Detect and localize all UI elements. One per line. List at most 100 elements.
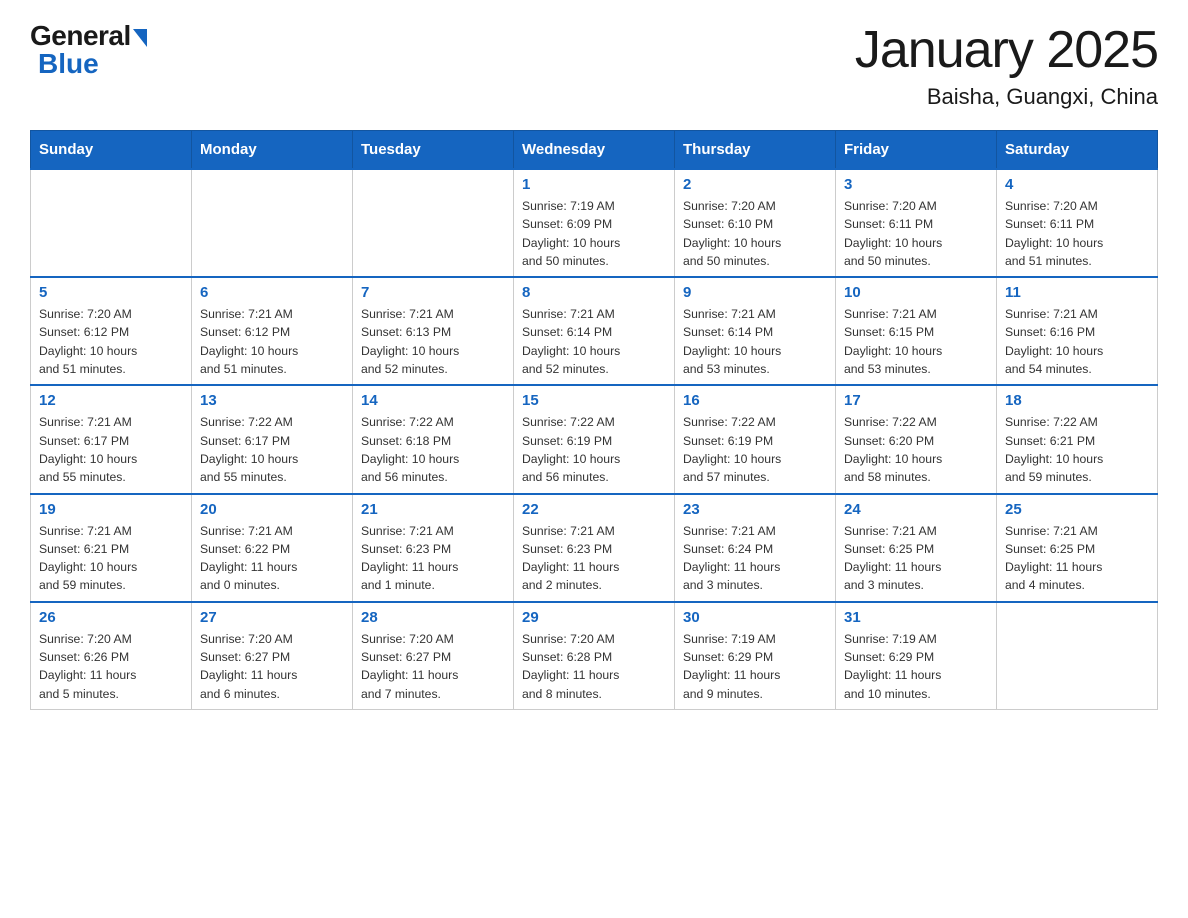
day-info: Sunrise: 7:21 AMSunset: 6:13 PMDaylight:…	[361, 305, 505, 378]
calendar-cell: 25Sunrise: 7:21 AMSunset: 6:25 PMDayligh…	[997, 494, 1158, 602]
page-header: General Blue January 2025 Baisha, Guangx…	[30, 20, 1158, 110]
calendar-cell: 9 Sunrise: 7:21 AMSunset: 6:14 PMDaylight…	[675, 277, 836, 385]
day-number: 28	[361, 609, 505, 626]
day-number: 26	[39, 609, 183, 626]
day-number: 13	[200, 392, 344, 409]
calendar-cell: 29Sunrise: 7:20 AMSunset: 6:28 PMDayligh…	[514, 602, 675, 710]
calendar-cell	[353, 169, 514, 277]
day-info: Sunrise: 7:22 AMSunset: 6:19 PMDaylight:…	[683, 413, 827, 486]
calendar-cell	[192, 169, 353, 277]
day-info: Sunrise: 7:20 AMSunset: 6:27 PMDaylight:…	[200, 630, 344, 703]
day-info: Sunrise: 7:22 AMSunset: 6:20 PMDaylight:…	[844, 413, 988, 486]
weekday-header-saturday: Saturday	[997, 131, 1158, 170]
day-number: 8	[522, 284, 666, 301]
calendar-cell: 3Sunrise: 7:20 AMSunset: 6:11 PMDaylight…	[836, 169, 997, 277]
day-info: Sunrise: 7:21 AMSunset: 6:14 PMDaylight:…	[522, 305, 666, 378]
weekday-header-friday: Friday	[836, 131, 997, 170]
day-info: Sunrise: 7:20 AMSunset: 6:10 PMDaylight:…	[683, 197, 827, 270]
calendar-week-row: 26Sunrise: 7:20 AMSunset: 6:26 PMDayligh…	[31, 602, 1158, 710]
day-number: 27	[200, 609, 344, 626]
day-number: 7	[361, 284, 505, 301]
day-info: Sunrise: 7:21 AMSunset: 6:24 PMDaylight:…	[683, 522, 827, 595]
calendar-cell: 20 Sunrise: 7:21 AMSunset: 6:22 PMDayligh…	[192, 494, 353, 602]
day-number: 22	[522, 501, 666, 518]
day-info: Sunrise: 7:21 AMSunset: 6:23 PMDaylight:…	[361, 522, 505, 595]
day-info: Sunrise: 7:21 AMSunset: 6:14 PMDaylight:…	[683, 305, 827, 378]
day-info: Sunrise: 7:20 AMSunset: 6:11 PMDaylight:…	[1005, 197, 1149, 270]
day-number: 24	[844, 501, 988, 518]
calendar-cell: 28Sunrise: 7:20 AMSunset: 6:27 PMDayligh…	[353, 602, 514, 710]
calendar-week-row: 5 Sunrise: 7:20 AMSunset: 6:12 PMDaylight…	[31, 277, 1158, 385]
calendar-cell: 7 Sunrise: 7:21 AMSunset: 6:13 PMDaylight…	[353, 277, 514, 385]
day-info: Sunrise: 7:21 AMSunset: 6:23 PMDaylight:…	[522, 522, 666, 595]
calendar-cell: 4Sunrise: 7:20 AMSunset: 6:11 PMDaylight…	[997, 169, 1158, 277]
calendar-cell	[997, 602, 1158, 710]
calendar-table: SundayMondayTuesdayWednesdayThursdayFrid…	[30, 130, 1158, 710]
calendar-cell: 19 Sunrise: 7:21 AMSunset: 6:21 PMDayligh…	[31, 494, 192, 602]
day-number: 16	[683, 392, 827, 409]
day-number: 18	[1005, 392, 1149, 409]
weekday-header-thursday: Thursday	[675, 131, 836, 170]
day-number: 11	[1005, 284, 1149, 301]
day-number: 15	[522, 392, 666, 409]
calendar-header: SundayMondayTuesdayWednesdayThursdayFrid…	[31, 131, 1158, 170]
calendar-cell: 15Sunrise: 7:22 AMSunset: 6:19 PMDayligh…	[514, 385, 675, 493]
calendar-cell: 21 Sunrise: 7:21 AMSunset: 6:23 PMDayligh…	[353, 494, 514, 602]
day-number: 12	[39, 392, 183, 409]
day-number: 19	[39, 501, 183, 518]
calendar-cell: 24 Sunrise: 7:21 AMSunset: 6:25 PMDayligh…	[836, 494, 997, 602]
calendar-cell: 14Sunrise: 7:22 AMSunset: 6:18 PMDayligh…	[353, 385, 514, 493]
day-info: Sunrise: 7:21 AMSunset: 6:16 PMDaylight:…	[1005, 305, 1149, 378]
day-info: Sunrise: 7:21 AMSunset: 6:25 PMDaylight:…	[844, 522, 988, 595]
day-info: Sunrise: 7:19 AMSunset: 6:09 PMDaylight:…	[522, 197, 666, 270]
day-info: Sunrise: 7:22 AMSunset: 6:21 PMDaylight:…	[1005, 413, 1149, 486]
calendar-body: 1 Sunrise: 7:19 AMSunset: 6:09 PMDaylight…	[31, 169, 1158, 709]
calendar-week-row: 19 Sunrise: 7:21 AMSunset: 6:21 PMDayligh…	[31, 494, 1158, 602]
day-info: Sunrise: 7:19 AMSunset: 6:29 PMDaylight:…	[844, 630, 988, 703]
calendar-cell: 1 Sunrise: 7:19 AMSunset: 6:09 PMDaylight…	[514, 169, 675, 277]
calendar-cell: 5 Sunrise: 7:20 AMSunset: 6:12 PMDaylight…	[31, 277, 192, 385]
calendar-cell: 23Sunrise: 7:21 AMSunset: 6:24 PMDayligh…	[675, 494, 836, 602]
calendar-cell: 8 Sunrise: 7:21 AMSunset: 6:14 PMDaylight…	[514, 277, 675, 385]
calendar-cell: 12 Sunrise: 7:21 AMSunset: 6:17 PMDayligh…	[31, 385, 192, 493]
logo: General Blue	[30, 20, 147, 80]
day-info: Sunrise: 7:20 AMSunset: 6:12 PMDaylight:…	[39, 305, 183, 378]
calendar-cell: 31 Sunrise: 7:19 AMSunset: 6:29 PMDayligh…	[836, 602, 997, 710]
calendar-cell: 18 Sunrise: 7:22 AMSunset: 6:21 PMDayligh…	[997, 385, 1158, 493]
day-number: 21	[361, 501, 505, 518]
day-info: Sunrise: 7:22 AMSunset: 6:17 PMDaylight:…	[200, 413, 344, 486]
day-number: 2	[683, 176, 827, 193]
day-number: 3	[844, 176, 988, 193]
weekday-header-tuesday: Tuesday	[353, 131, 514, 170]
day-info: Sunrise: 7:20 AMSunset: 6:28 PMDaylight:…	[522, 630, 666, 703]
calendar-cell: 6 Sunrise: 7:21 AMSunset: 6:12 PMDaylight…	[192, 277, 353, 385]
day-number: 31	[844, 609, 988, 626]
weekday-header-monday: Monday	[192, 131, 353, 170]
calendar-cell: 26Sunrise: 7:20 AMSunset: 6:26 PMDayligh…	[31, 602, 192, 710]
day-number: 30	[683, 609, 827, 626]
calendar-cell: 27 Sunrise: 7:20 AMSunset: 6:27 PMDayligh…	[192, 602, 353, 710]
day-number: 20	[200, 501, 344, 518]
day-number: 5	[39, 284, 183, 301]
calendar-cell: 10 Sunrise: 7:21 AMSunset: 6:15 PMDayligh…	[836, 277, 997, 385]
calendar-cell: 16 Sunrise: 7:22 AMSunset: 6:19 PMDayligh…	[675, 385, 836, 493]
day-info: Sunrise: 7:22 AMSunset: 6:18 PMDaylight:…	[361, 413, 505, 486]
calendar-cell: 22 Sunrise: 7:21 AMSunset: 6:23 PMDayligh…	[514, 494, 675, 602]
day-info: Sunrise: 7:21 AMSunset: 6:25 PMDaylight:…	[1005, 522, 1149, 595]
weekday-header-row: SundayMondayTuesdayWednesdayThursdayFrid…	[31, 131, 1158, 170]
title-block: January 2025 Baisha, Guangxi, China	[855, 20, 1158, 110]
day-info: Sunrise: 7:19 AMSunset: 6:29 PMDaylight:…	[683, 630, 827, 703]
day-number: 9	[683, 284, 827, 301]
calendar-cell: 30 Sunrise: 7:19 AMSunset: 6:29 PMDayligh…	[675, 602, 836, 710]
day-number: 17	[844, 392, 988, 409]
day-info: Sunrise: 7:21 AMSunset: 6:17 PMDaylight:…	[39, 413, 183, 486]
day-number: 6	[200, 284, 344, 301]
weekday-header-sunday: Sunday	[31, 131, 192, 170]
logo-arrow-icon	[133, 29, 147, 47]
day-info: Sunrise: 7:21 AMSunset: 6:12 PMDaylight:…	[200, 305, 344, 378]
day-number: 1	[522, 176, 666, 193]
day-info: Sunrise: 7:21 AMSunset: 6:15 PMDaylight:…	[844, 305, 988, 378]
day-info: Sunrise: 7:21 AMSunset: 6:22 PMDaylight:…	[200, 522, 344, 595]
day-info: Sunrise: 7:21 AMSunset: 6:21 PMDaylight:…	[39, 522, 183, 595]
day-number: 10	[844, 284, 988, 301]
